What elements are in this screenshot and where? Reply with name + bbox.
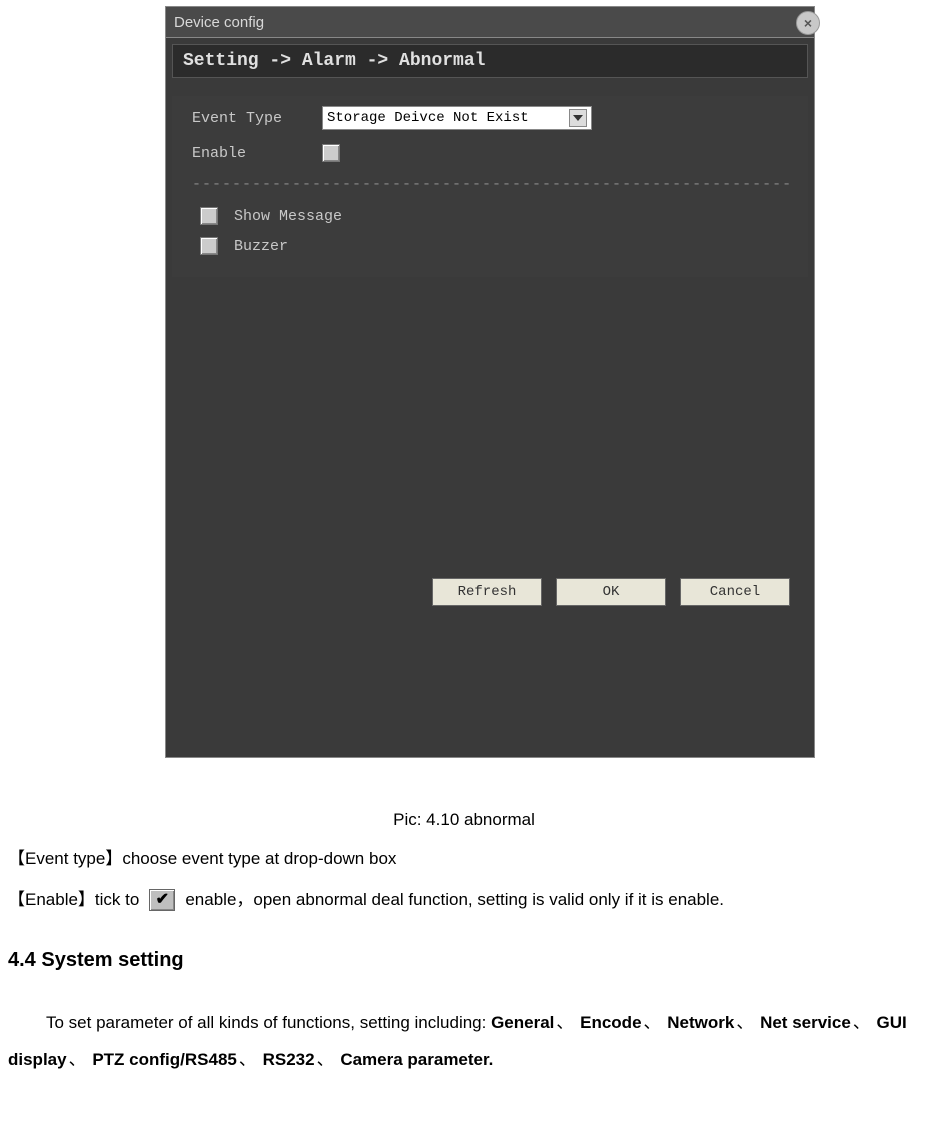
buzzer-checkbox[interactable]: [200, 237, 218, 255]
event-type-value: Storage Deivce Not Exist: [327, 110, 529, 126]
enable-desc-post: enable，open abnormal deal function, sett…: [185, 886, 724, 913]
document-text: Pic: 4.10 abnormal 【Event type】choose ev…: [0, 806, 928, 1078]
cancel-button[interactable]: Cancel: [680, 578, 790, 606]
chevron-down-icon[interactable]: [569, 109, 587, 127]
form-area: Event Type Storage Deivce Not Exist Enab…: [172, 96, 808, 277]
buzzer-label: Buzzer: [234, 238, 288, 255]
button-row: Refresh OK Cancel: [166, 578, 814, 606]
bold-general: General: [491, 1013, 554, 1032]
enable-description: 【Enable】tick to enable，open abnormal dea…: [8, 886, 920, 913]
ok-button[interactable]: OK: [556, 578, 666, 606]
enable-checkbox[interactable]: [322, 144, 340, 162]
titlebar: Device config ×: [165, 6, 815, 38]
bold-camera: Camera parameter.: [340, 1050, 493, 1069]
checked-checkbox-icon: [149, 889, 175, 911]
event-type-description: 【Event type】choose event type at drop-do…: [8, 845, 920, 872]
section-heading-4-4: 4.4 System setting: [8, 944, 920, 976]
divider-line: ----------------------------------------…: [192, 176, 794, 193]
dialog-title: Device config: [174, 14, 264, 31]
refresh-button[interactable]: Refresh: [432, 578, 542, 606]
figure-caption: Pic: 4.10 abnormal: [8, 806, 920, 833]
event-type-row: Event Type Storage Deivce Not Exist: [192, 106, 794, 130]
enable-row: Enable: [192, 144, 794, 162]
sep1: 、: [556, 1013, 573, 1032]
enable-label: Enable: [192, 145, 322, 162]
bold-network: Network: [667, 1013, 734, 1032]
event-type-dropdown[interactable]: Storage Deivce Not Exist: [322, 106, 592, 130]
show-message-checkbox[interactable]: [200, 207, 218, 225]
sep2: 、: [644, 1013, 661, 1032]
bold-netservice: Net service: [760, 1013, 851, 1032]
sep5: 、: [69, 1050, 86, 1069]
sys-intro: To set parameter of all kinds of functio…: [46, 1013, 491, 1032]
event-type-label: Event Type: [192, 110, 322, 127]
system-setting-paragraph: To set parameter of all kinds of functio…: [8, 1004, 920, 1079]
bold-ptz: PTZ config/RS485: [92, 1050, 237, 1069]
close-icon[interactable]: ×: [796, 11, 820, 35]
show-message-row: Show Message: [192, 207, 794, 225]
sep4: 、: [853, 1013, 870, 1032]
sep6: 、: [239, 1050, 256, 1069]
bold-encode: Encode: [580, 1013, 641, 1032]
device-config-dialog: Device config × Setting -> Alarm -> Abno…: [165, 6, 815, 758]
buzzer-row: Buzzer: [192, 237, 794, 255]
show-message-label: Show Message: [234, 208, 342, 225]
enable-desc-pre: 【Enable】tick to: [8, 886, 139, 913]
dialog-body: Setting -> Alarm -> Abnormal Event Type …: [165, 38, 815, 758]
sep3: 、: [736, 1013, 753, 1032]
sep7: 、: [317, 1050, 334, 1069]
bold-rs232: RS232: [263, 1050, 315, 1069]
breadcrumb: Setting -> Alarm -> Abnormal: [172, 44, 808, 78]
